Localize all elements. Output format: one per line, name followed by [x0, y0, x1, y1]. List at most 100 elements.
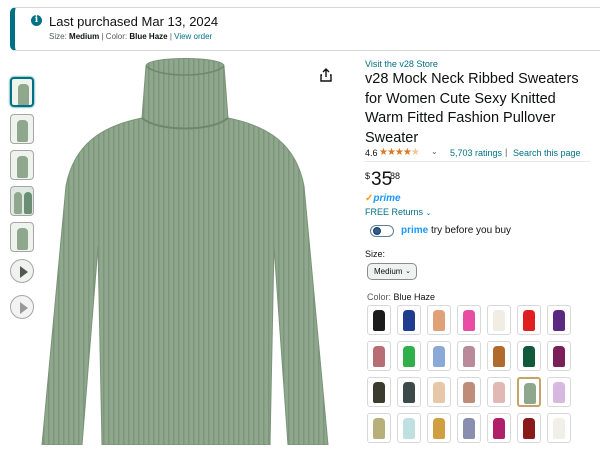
- play-icon: [20, 302, 28, 314]
- color-label: Color: Blue Haze: [367, 292, 435, 302]
- separator: |: [505, 147, 508, 157]
- swatch-garment: [433, 418, 445, 439]
- color-swatch[interactable]: [517, 341, 541, 371]
- color-swatch[interactable]: [427, 341, 451, 371]
- free-returns-link[interactable]: FREE Returns ⌄: [365, 207, 431, 217]
- try-prime-label: prime: [401, 225, 429, 236]
- color-swatch[interactable]: [397, 341, 421, 371]
- color-swatch[interactable]: [367, 305, 391, 335]
- swatch-garment: [553, 382, 565, 403]
- swatch-garment: [523, 418, 535, 439]
- chevron-down-icon[interactable]: ⌄: [431, 147, 438, 156]
- size-label: Size:: [365, 249, 386, 259]
- color-swatch[interactable]: [397, 377, 421, 407]
- prime-try-toggle[interactable]: [370, 225, 394, 237]
- toggle-knob: [373, 227, 381, 235]
- rating-value: 4.6: [365, 148, 378, 158]
- chevron-down-icon: ⌄: [425, 210, 432, 217]
- color-swatch[interactable]: [547, 413, 571, 443]
- swatch-garment: [553, 346, 565, 367]
- store-link[interactable]: Visit the v28 Store: [365, 59, 438, 69]
- thumbnail-2[interactable]: [10, 114, 34, 144]
- price-whole: 35: [371, 169, 393, 190]
- color-swatch[interactable]: [517, 413, 541, 443]
- swatch-garment: [463, 346, 475, 367]
- swatch-garment: [403, 310, 415, 331]
- chevron-down-icon: ⌄: [405, 268, 411, 275]
- free-returns-label: FREE Returns: [365, 207, 424, 217]
- rating-row: 4.6 ★★★★★ ⌄ 5,703 ratings | Search this …: [365, 147, 590, 160]
- swatch-garment: [373, 310, 385, 331]
- color-selected-value: Blue Haze: [393, 292, 436, 302]
- star-rating-icon[interactable]: ★★★★★: [379, 147, 420, 158]
- video-thumbnail-1[interactable]: [10, 259, 34, 283]
- thumbnail-image: [17, 156, 28, 178]
- color-swatch[interactable]: [487, 413, 511, 443]
- thumbnail-image: [18, 84, 29, 105]
- thumbnail-image: [17, 228, 28, 250]
- size-dropdown-value: Medium: [374, 267, 403, 276]
- color-swatch[interactable]: [517, 305, 541, 335]
- color-swatch[interactable]: [457, 305, 481, 335]
- swatch-garment: [373, 382, 385, 403]
- swatch-garment: [493, 418, 505, 439]
- thumbnail-image: [14, 192, 22, 214]
- swatch-garment: [523, 346, 535, 367]
- swatch-garment: [463, 418, 475, 439]
- color-swatch[interactable]: [457, 377, 481, 407]
- color-swatch[interactable]: [487, 305, 511, 335]
- prime-badge: ✓prime: [365, 193, 401, 204]
- color-swatch[interactable]: [547, 341, 571, 371]
- prime-label: prime: [373, 193, 401, 204]
- thumbnail-image: [24, 192, 32, 214]
- info-icon: i: [31, 15, 42, 26]
- size-dropdown[interactable]: Medium ⌄: [367, 263, 417, 280]
- color-swatch[interactable]: [367, 377, 391, 407]
- color-swatch[interactable]: [427, 377, 451, 407]
- swatch-garment: [553, 310, 565, 331]
- color-swatch[interactable]: [517, 377, 541, 407]
- product-title: v28 Mock Neck Ribbed Sweaters for Women …: [365, 71, 579, 146]
- swatch-garment: [493, 382, 505, 403]
- color-swatch[interactable]: [547, 377, 571, 407]
- swatch-garment: [433, 310, 445, 331]
- try-before-you-buy: prime try before you buy: [401, 225, 511, 236]
- color-swatch[interactable]: [367, 413, 391, 443]
- video-thumbnail-2[interactable]: [10, 295, 34, 319]
- color-swatch[interactable]: [487, 377, 511, 407]
- color-swatch[interactable]: [457, 413, 481, 443]
- view-order-link[interactable]: View order: [174, 32, 212, 41]
- color-swatch[interactable]: [427, 305, 451, 335]
- thumbnail-4[interactable]: [10, 186, 34, 216]
- swatch-garment: [433, 346, 445, 367]
- ratings-count-link[interactable]: 5,703 ratings: [450, 148, 502, 158]
- swatch-garment: [403, 382, 415, 403]
- color-swatch[interactable]: [427, 413, 451, 443]
- swatch-garment: [463, 382, 475, 403]
- color-label-text: Color:: [367, 292, 392, 302]
- swatch-garment: [463, 310, 475, 331]
- sweater-image: [41, 58, 329, 446]
- swatch-garment: [493, 346, 505, 367]
- banner-color-label: Color:: [105, 32, 128, 41]
- color-swatch[interactable]: [457, 341, 481, 371]
- main-product-image[interactable]: [38, 56, 350, 446]
- swatch-garment: [373, 418, 385, 439]
- share-icon[interactable]: [319, 68, 333, 82]
- thumbnail-5[interactable]: [10, 222, 34, 252]
- swatch-garment: [433, 382, 445, 403]
- color-swatch[interactable]: [367, 341, 391, 371]
- last-purchased-title: Last purchased Mar 13, 2024: [49, 14, 219, 29]
- color-swatch[interactable]: [547, 305, 571, 335]
- thumbnail-1[interactable]: [10, 77, 34, 107]
- thumbnail-3[interactable]: [10, 150, 34, 180]
- color-swatch[interactable]: [397, 413, 421, 443]
- color-swatch[interactable]: [397, 305, 421, 335]
- price-fraction: 88: [390, 171, 401, 181]
- swatch-garment: [373, 346, 385, 367]
- color-swatch[interactable]: [487, 341, 511, 371]
- search-this-page-link[interactable]: Search this page: [513, 148, 581, 158]
- swatch-garment: [524, 383, 536, 404]
- banner-size-label: Size:: [49, 32, 67, 41]
- banner-size-value: Medium: [69, 32, 100, 41]
